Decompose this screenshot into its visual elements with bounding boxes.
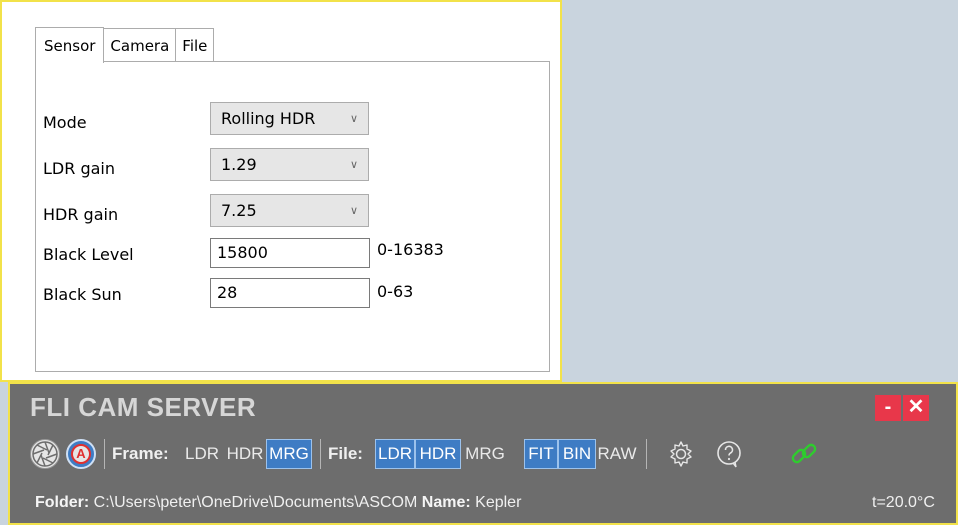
tab-sensor[interactable]: Sensor bbox=[35, 27, 105, 63]
mode-select-value: Rolling HDR bbox=[221, 109, 316, 128]
hdr-gain-select[interactable]: 7.25 ∨ bbox=[210, 194, 369, 227]
link-icon[interactable] bbox=[788, 439, 818, 469]
separator bbox=[646, 439, 647, 469]
tab-file[interactable]: File bbox=[175, 28, 215, 62]
folder-path[interactable]: C:\Users\peter\OneDrive\Documents\ASCOM bbox=[94, 494, 418, 511]
mode-select[interactable]: Rolling HDR ∨ bbox=[210, 102, 369, 135]
file-hdr-option[interactable]: HDR bbox=[415, 439, 461, 469]
frame-ldr-option[interactable]: LDR bbox=[182, 439, 222, 469]
format-bin-option[interactable]: BIN bbox=[558, 439, 596, 469]
separator bbox=[104, 439, 105, 469]
name-label: Name: bbox=[421, 494, 471, 511]
black-sun-input[interactable]: 28 bbox=[210, 278, 370, 308]
file-label: File: bbox=[328, 444, 363, 463]
hdr-gain-label: HDR gain bbox=[43, 205, 119, 224]
black-level-input[interactable]: 15800 bbox=[210, 238, 370, 268]
frame-label: Frame: bbox=[112, 444, 169, 463]
help-icon[interactable] bbox=[714, 439, 744, 469]
auto-button[interactable]: A bbox=[66, 439, 96, 469]
auto-label: A bbox=[71, 444, 91, 464]
aperture-icon[interactable] bbox=[30, 439, 60, 469]
ldr-gain-select[interactable]: 1.29 ∨ bbox=[210, 148, 369, 181]
temperature-readout: t=20.0°C bbox=[872, 494, 935, 511]
file-mrg-option[interactable]: MRG bbox=[462, 439, 508, 469]
format-fit-option[interactable]: FIT bbox=[524, 439, 558, 469]
black-level-range: 0-16383 bbox=[377, 240, 444, 259]
ldr-gain-value: 1.29 bbox=[221, 155, 257, 174]
file-ldr-option[interactable]: LDR bbox=[375, 439, 415, 469]
ldr-gain-label: LDR gain bbox=[43, 159, 115, 178]
format-raw-option[interactable]: RAW bbox=[597, 439, 637, 469]
chevron-down-icon: ∨ bbox=[349, 112, 358, 125]
frame-hdr-option[interactable]: HDR bbox=[223, 439, 267, 469]
chevron-down-icon: ∨ bbox=[349, 204, 358, 217]
separator bbox=[320, 439, 321, 469]
settings-tabs: Sensor Camera File bbox=[35, 27, 215, 63]
black-level-label: Black Level bbox=[43, 245, 134, 264]
tab-camera[interactable]: Camera bbox=[103, 28, 177, 62]
black-sun-label: Black Sun bbox=[43, 285, 122, 304]
folder-label: Folder: bbox=[35, 494, 90, 511]
chevron-down-icon: ∨ bbox=[349, 158, 358, 171]
gear-icon[interactable] bbox=[666, 439, 696, 469]
server-title: FLI CAM SERVER bbox=[30, 392, 257, 422]
hdr-gain-value: 7.25 bbox=[221, 201, 257, 220]
name-value[interactable]: Kepler bbox=[475, 494, 521, 511]
fli-cam-server-bar: FLI CAM SERVER - ✕ A Frame: LDR HDR MRG … bbox=[8, 382, 958, 525]
black-sun-range: 0-63 bbox=[377, 282, 414, 301]
settings-panel: Sensor Camera File Mode Rolling HDR ∨ LD… bbox=[0, 0, 562, 382]
close-button[interactable]: ✕ bbox=[903, 395, 929, 421]
frame-mrg-option[interactable]: MRG bbox=[266, 439, 312, 469]
folder-status: Folder: C:\Users\peter\OneDrive\Document… bbox=[35, 494, 521, 512]
minimize-button[interactable]: - bbox=[875, 395, 901, 421]
mode-label: Mode bbox=[43, 113, 87, 132]
